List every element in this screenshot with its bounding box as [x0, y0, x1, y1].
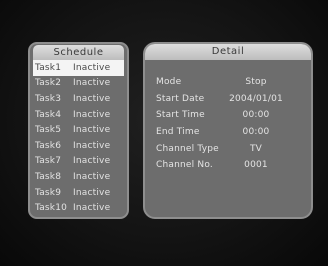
- task-name: Task10: [35, 203, 68, 214]
- task-status: Inactive: [73, 140, 111, 151]
- task-name: Task8: [35, 171, 62, 182]
- detail-row-start-time[interactable]: Start Time 00:00: [145, 107, 311, 124]
- task-row-10[interactable]: Task10 Inactive: [33, 200, 124, 216]
- task-row-2[interactable]: Task2 Inactive: [33, 76, 124, 92]
- detail-value: 00:00: [242, 127, 270, 138]
- task-row-1[interactable]: Task1 Inactive: [33, 60, 124, 76]
- detail-row-end-time[interactable]: End Time 00:00: [145, 124, 311, 141]
- task-status: Inactive: [73, 125, 111, 136]
- schedule-panel: Schedule Task1 Inactive Task2 Inactive T…: [28, 42, 129, 219]
- task-list: Task1 Inactive Task2 Inactive Task3 Inac…: [30, 60, 127, 216]
- detail-value: Stop: [245, 77, 267, 88]
- task-status: Inactive: [73, 109, 111, 120]
- detail-value: 0001: [244, 160, 268, 171]
- detail-row-start-date[interactable]: Start Date 2004/01/01: [145, 91, 311, 108]
- detail-panel: Detail Mode Stop Start Date 2004/01/01 S…: [143, 42, 313, 219]
- detail-label: Start Time: [156, 110, 205, 121]
- detail-row-channel-no[interactable]: Channel No. 0001: [145, 157, 311, 174]
- detail-label: Mode: [156, 77, 182, 88]
- task-status: Inactive: [73, 78, 111, 89]
- task-name: Task4: [35, 109, 62, 120]
- task-row-3[interactable]: Task3 Inactive: [33, 91, 124, 107]
- task-name: Task1: [35, 62, 62, 73]
- task-name: Task5: [35, 125, 62, 136]
- task-status: Inactive: [73, 187, 111, 198]
- task-row-6[interactable]: Task6 Inactive: [33, 138, 124, 154]
- task-row-9[interactable]: Task9 Inactive: [33, 185, 124, 201]
- detail-fields: Mode Stop Start Date 2004/01/01 Start Ti…: [145, 60, 311, 174]
- detail-value: TV: [249, 143, 263, 154]
- task-status: Inactive: [73, 62, 111, 73]
- task-name: Task2: [35, 78, 62, 89]
- task-name: Task9: [35, 187, 62, 198]
- detail-value: 2004/01/01: [229, 93, 283, 104]
- task-row-7[interactable]: Task7 Inactive: [33, 154, 124, 170]
- detail-value: 00:00: [242, 110, 270, 121]
- osd-screen: Schedule Task1 Inactive Task2 Inactive T…: [0, 0, 328, 266]
- task-status: Inactive: [73, 93, 111, 104]
- task-status: Inactive: [73, 203, 111, 214]
- detail-label: Start Date: [156, 93, 205, 104]
- task-name: Task3: [35, 93, 62, 104]
- detail-row-channel-type[interactable]: Channel Type TV: [145, 140, 311, 157]
- detail-label: End Time: [156, 127, 200, 138]
- task-status: Inactive: [73, 156, 111, 167]
- task-name: Task6: [35, 140, 62, 151]
- task-row-4[interactable]: Task4 Inactive: [33, 107, 124, 123]
- detail-title: Detail: [145, 44, 311, 60]
- task-row-5[interactable]: Task5 Inactive: [33, 122, 124, 138]
- detail-label: Channel No.: [156, 160, 213, 171]
- task-row-8[interactable]: Task8 Inactive: [33, 169, 124, 185]
- detail-label: Channel Type: [156, 143, 219, 154]
- detail-row-mode[interactable]: Mode Stop: [145, 74, 311, 91]
- schedule-title: Schedule: [33, 45, 124, 60]
- task-status: Inactive: [73, 171, 111, 182]
- task-name: Task7: [35, 156, 62, 167]
